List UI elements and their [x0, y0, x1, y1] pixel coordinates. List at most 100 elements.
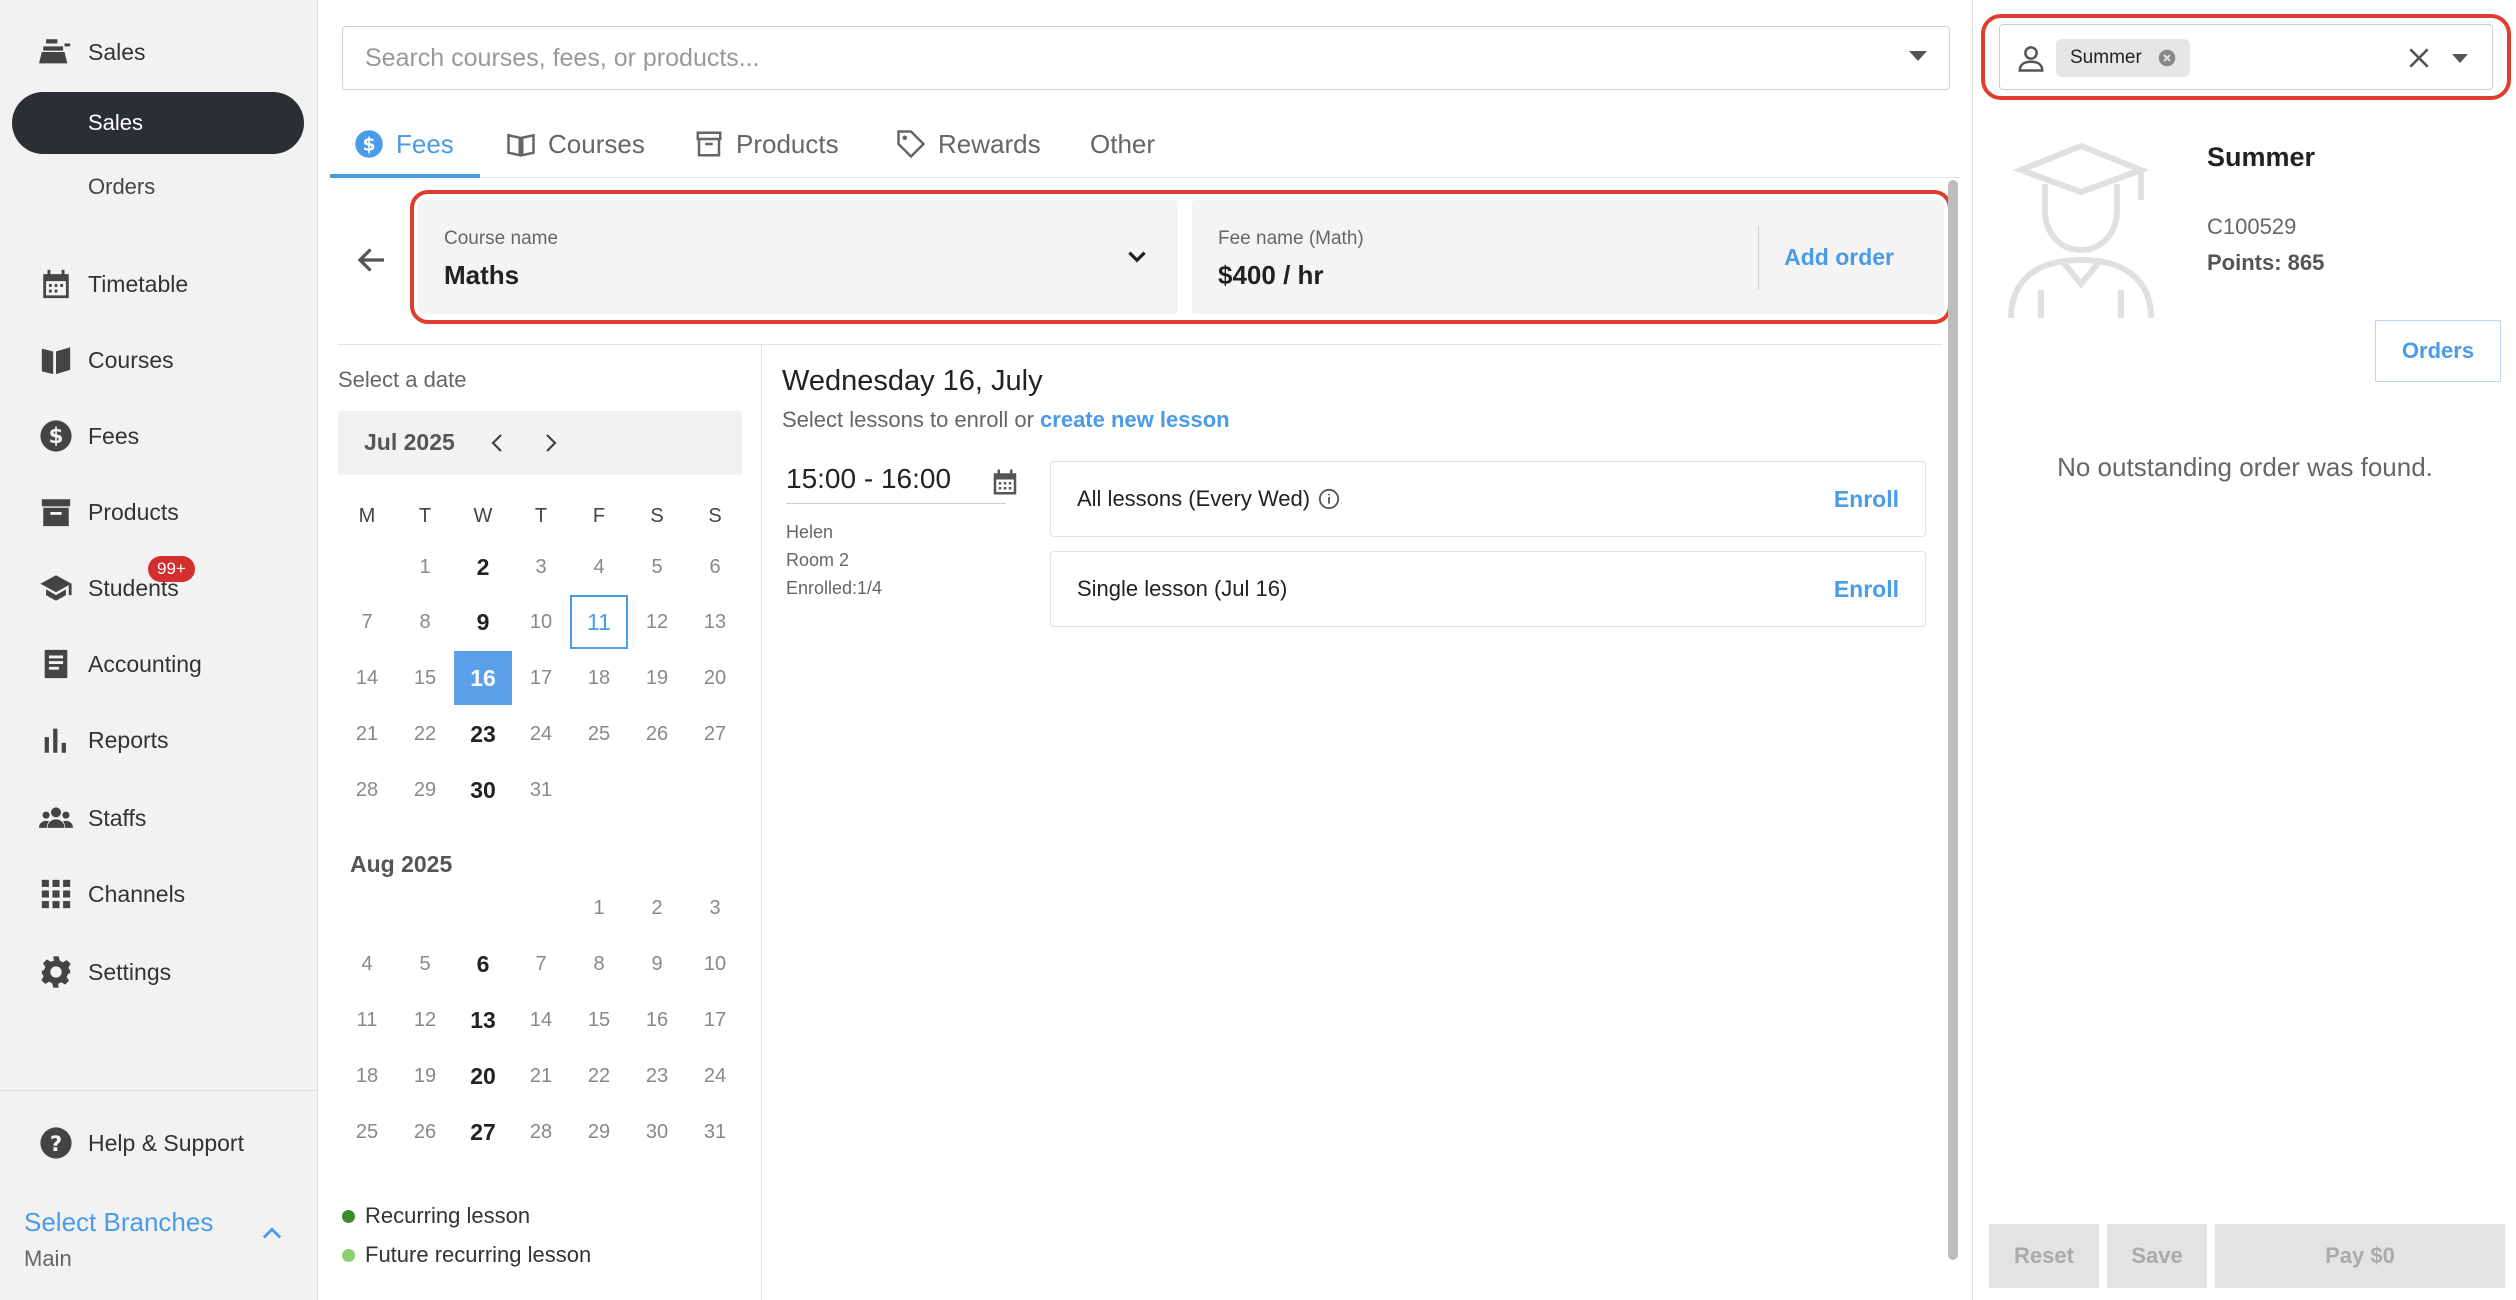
calendar-day[interactable]: 23	[628, 1049, 686, 1103]
sidebar-item-accounting[interactable]: Accounting	[0, 632, 318, 696]
sidebar-item-timetable[interactable]: Timetable	[0, 252, 318, 316]
orders-button[interactable]: Orders	[2375, 320, 2501, 382]
calendar-day[interactable]: 15	[396, 651, 454, 705]
calendar-day[interactable]: 25	[570, 707, 628, 761]
calendar-day[interactable]: 20	[454, 1049, 512, 1103]
select-branches-label[interactable]: Select Branches	[24, 1207, 213, 1238]
calendar-day[interactable]: 27	[686, 707, 744, 761]
chevron-up-icon[interactable]	[258, 1220, 286, 1248]
calendar-day[interactable]: 30	[454, 763, 512, 817]
calendar-day[interactable]: 17	[512, 651, 570, 705]
sidebar-item-reports[interactable]: Reports	[0, 708, 318, 772]
calendar-day[interactable]: 2	[454, 540, 512, 594]
calendar-day[interactable]: 8	[570, 937, 628, 991]
back-arrow-icon[interactable]	[354, 242, 390, 278]
sidebar-item-courses[interactable]: Courses	[0, 328, 318, 392]
sidebar-item-help[interactable]: ? Help & Support	[0, 1111, 318, 1175]
create-new-lesson-link[interactable]: create new lesson	[1040, 407, 1230, 432]
calendar-day[interactable]: 19	[628, 651, 686, 705]
calendar-day[interactable]: 7	[338, 595, 396, 649]
calendar-day[interactable]: 4	[338, 937, 396, 991]
calendar-day[interactable]: 12	[628, 595, 686, 649]
calendar-day[interactable]: 14	[338, 651, 396, 705]
calendar-day[interactable]: 21	[338, 707, 396, 761]
calendar-day[interactable]: 13	[686, 595, 744, 649]
calendar-day[interactable]: 9	[454, 595, 512, 649]
chevron-left-icon[interactable]	[486, 431, 510, 455]
calendar-day[interactable]: 18	[338, 1049, 396, 1103]
sidebar-subitem-sales[interactable]: Sales	[12, 92, 304, 154]
chevron-right-icon[interactable]	[538, 431, 562, 455]
calendar-day[interactable]: 30	[628, 1105, 686, 1159]
calendar-icon[interactable]	[990, 467, 1020, 497]
calendar-day[interactable]: 20	[686, 651, 744, 705]
calendar-day[interactable]: 4	[570, 540, 628, 594]
calendar-day[interactable]: 12	[396, 993, 454, 1047]
calendar-day[interactable]: 16	[628, 993, 686, 1047]
calendar-day[interactable]: 5	[396, 937, 454, 991]
calendar-day[interactable]: 7	[512, 937, 570, 991]
sidebar-item-label: Accounting	[88, 650, 202, 677]
tab-other[interactable]: Other	[1090, 110, 1155, 178]
date-picker: Select a date Jul 2025 MTWTFSS 123456789…	[338, 345, 762, 1300]
calendar-day[interactable]: 22	[570, 1049, 628, 1103]
calendar-day[interactable]: 29	[570, 1105, 628, 1159]
calendar-day[interactable]: 31	[686, 1105, 744, 1159]
calendar-day[interactable]: 5	[628, 540, 686, 594]
enroll-all-button[interactable]: Enroll	[1834, 486, 1899, 513]
calendar-day[interactable]: 26	[628, 707, 686, 761]
calendar-day[interactable]: 27	[454, 1105, 512, 1159]
tab-products[interactable]: Products	[694, 110, 839, 178]
calendar-day[interactable]: 6	[454, 937, 512, 991]
sidebar-item-settings[interactable]: Settings	[0, 940, 318, 1004]
sidebar-item-channels[interactable]: Channels	[0, 862, 318, 926]
calendar-day[interactable]: 11	[570, 595, 628, 649]
pay-button[interactable]: Pay $0	[2215, 1224, 2505, 1288]
calendar-day[interactable]: 24	[686, 1049, 744, 1103]
tab-courses[interactable]: Courses	[506, 110, 645, 178]
calendar-day[interactable]: 3	[512, 540, 570, 594]
main-scrollbar[interactable]	[1948, 180, 1958, 1260]
sidebar-item-label: Fees	[88, 422, 140, 449]
product-search-input[interactable]: Search courses, fees, or products...	[342, 26, 1950, 90]
info-icon[interactable]	[1318, 488, 1340, 510]
calendar-day[interactable]: 23	[454, 707, 512, 761]
calendar-day[interactable]: 14	[512, 993, 570, 1047]
calendar-day[interactable]: 21	[512, 1049, 570, 1103]
calendar-day[interactable]: 22	[396, 707, 454, 761]
calendar-day[interactable]: 10	[512, 595, 570, 649]
calendar-day[interactable]: 29	[396, 763, 454, 817]
calendar-day[interactable]: 26	[396, 1105, 454, 1159]
sidebar-subitem-orders[interactable]: Orders	[12, 156, 304, 218]
dropdown-caret-icon[interactable]	[1909, 51, 1927, 61]
reset-button[interactable]: Reset	[1989, 1224, 2099, 1288]
calendar-day[interactable]: 18	[570, 651, 628, 705]
calendar-day[interactable]: 16	[454, 651, 512, 705]
calendar-day[interactable]: 8	[396, 595, 454, 649]
calendar-day[interactable]: 3	[686, 881, 744, 935]
save-button[interactable]: Save	[2107, 1224, 2207, 1288]
calendar-day[interactable]: 24	[512, 707, 570, 761]
calendar-day[interactable]: 1	[570, 881, 628, 935]
tab-fees[interactable]: $ Fees	[354, 110, 454, 178]
calendar-day[interactable]: 28	[512, 1105, 570, 1159]
calendar-day[interactable]: 15	[570, 993, 628, 1047]
sidebar-item-sales[interactable]: Sales	[0, 20, 318, 84]
sidebar-item-fees[interactable]: $ Fees	[0, 404, 318, 468]
calendar-day[interactable]: 17	[686, 993, 744, 1047]
calendar-day[interactable]: 10	[686, 937, 744, 991]
tab-rewards[interactable]: Rewards	[896, 110, 1041, 178]
calendar-day[interactable]: 11	[338, 993, 396, 1047]
calendar-day[interactable]: 31	[512, 763, 570, 817]
calendar-day[interactable]: 13	[454, 993, 512, 1047]
enroll-single-button[interactable]: Enroll	[1834, 576, 1899, 603]
calendar-day[interactable]: 19	[396, 1049, 454, 1103]
calendar-day[interactable]: 2	[628, 881, 686, 935]
calendar-day[interactable]: 25	[338, 1105, 396, 1159]
calendar-day[interactable]: 28	[338, 763, 396, 817]
sidebar-item-products[interactable]: Products	[0, 480, 318, 544]
calendar-day[interactable]: 1	[396, 540, 454, 594]
sidebar-item-staffs[interactable]: Staffs	[0, 786, 318, 850]
calendar-day[interactable]: 6	[686, 540, 744, 594]
calendar-day[interactable]: 9	[628, 937, 686, 991]
